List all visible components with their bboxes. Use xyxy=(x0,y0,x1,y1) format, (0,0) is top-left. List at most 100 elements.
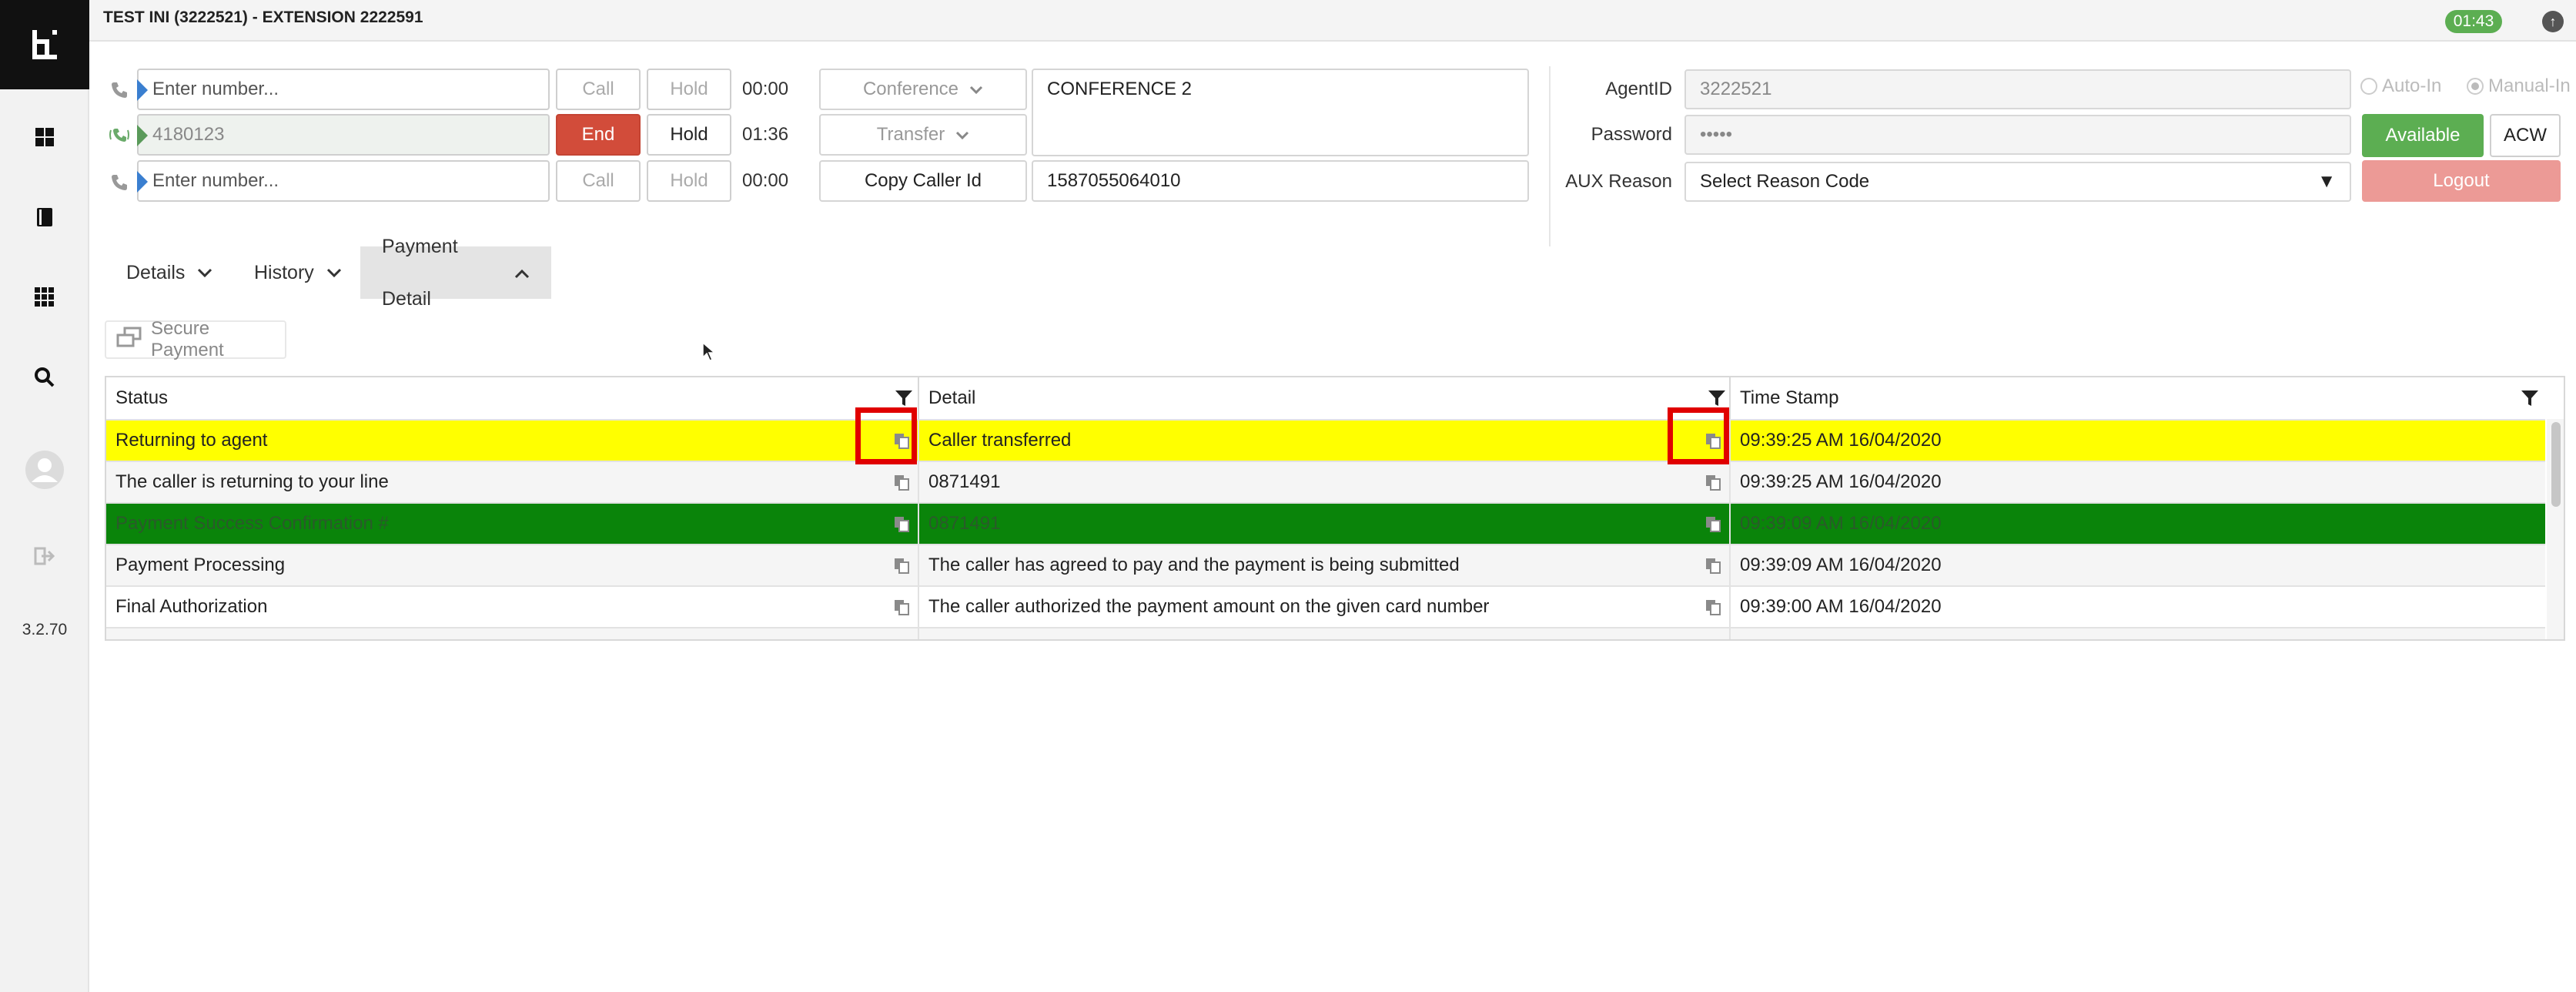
highlight-box-status-copy xyxy=(855,407,917,464)
chevron-down-icon xyxy=(197,246,212,299)
cell-detail: The caller has agreed to pay and the pay… xyxy=(919,545,1731,585)
version-label: 3.2.70 xyxy=(22,621,68,638)
copy-icon[interactable] xyxy=(1705,598,1721,615)
copy-icon[interactable] xyxy=(893,474,910,491)
copy-icon[interactable] xyxy=(1705,557,1721,574)
cell-status: Payment Success Confirmation # xyxy=(106,504,919,544)
payment-detail-table: Status Detail Time Stamp Returning to ag… xyxy=(105,376,2565,641)
logo-icon[interactable] xyxy=(0,0,89,89)
cell-detail: Caller is being asked to authorize the p… xyxy=(919,628,1731,639)
copy-icon[interactable] xyxy=(1705,640,1721,641)
cell-status: Returning to agent xyxy=(106,421,919,461)
aux-reason-select[interactable]: Select Reason Code ▼ xyxy=(1684,162,2351,202)
chevron-down-icon xyxy=(326,246,342,299)
table-row[interactable]: Final Authorization The caller authorized… xyxy=(106,585,2545,627)
password-field[interactable]: ••••• xyxy=(1684,115,2351,155)
aux-reason-label: AUX Reason xyxy=(1565,171,1672,192)
table-row[interactable]: Payment Success Confirmation #0871491 09:… xyxy=(106,502,2545,544)
phone-icon xyxy=(108,171,131,194)
column-header-timestamp[interactable]: Time Stamp xyxy=(1731,377,2564,419)
line1-hold-button[interactable]: Hold xyxy=(647,69,731,110)
panel-divider xyxy=(1549,66,1551,246)
scrollbar-track[interactable] xyxy=(2547,419,2564,639)
line1-call-button[interactable]: Call xyxy=(556,69,641,110)
copy-icon[interactable] xyxy=(1705,515,1721,532)
conference-textarea[interactable]: CONFERENCE 2 xyxy=(1032,69,1529,156)
password-label: Password xyxy=(1591,124,1672,145)
phone-ringing-icon xyxy=(108,123,131,146)
cell-status: The caller is returning to your line xyxy=(106,462,919,502)
auto-in-radio[interactable]: Auto-In xyxy=(2360,71,2441,102)
copy-icon[interactable] xyxy=(893,557,910,574)
manual-in-radio[interactable]: Manual-In xyxy=(2467,71,2571,102)
table-row[interactable]: Returning to agent Caller transferred 09:3… xyxy=(106,419,2545,461)
table-row[interactable]: Final AuthorizationCaller is being asked… xyxy=(106,627,2545,641)
conference-dropdown[interactable]: Conference xyxy=(819,69,1027,110)
copy-icon[interactable] xyxy=(893,640,910,641)
cell-detail: The caller authorized the payment amount… xyxy=(919,587,1731,627)
caller-id-field[interactable]: 1587055064010 xyxy=(1032,160,1529,202)
column-header-detail[interactable]: Detail xyxy=(919,377,1731,419)
line3-number-input[interactable]: Enter number... xyxy=(137,160,550,202)
title-bar: TEST INI (3222521) - EXTENSION 2222591 0… xyxy=(89,0,2576,42)
chevron-down-icon xyxy=(969,70,983,109)
copy-caller-id-button[interactable]: Copy Caller Id xyxy=(819,160,1027,202)
line1-number-input[interactable]: Enter number... xyxy=(137,69,550,110)
book-icon[interactable] xyxy=(0,179,89,256)
caret-down-icon: ▼ xyxy=(2317,171,2336,192)
tab-payment-detail[interactable]: Payment Detail xyxy=(360,236,551,310)
chevron-down-icon xyxy=(955,116,969,154)
line2-hold-button[interactable]: Hold xyxy=(647,114,731,156)
copy-icon[interactable] xyxy=(893,515,910,532)
dashboard-icon[interactable] xyxy=(0,99,89,176)
cell-status: Final Authorization xyxy=(106,587,919,627)
logout-button[interactable]: Logout xyxy=(2362,160,2561,202)
cell-time: 09:39:00 AM 16/04/2020 xyxy=(1740,596,1942,617)
tab-history[interactable]: History xyxy=(233,246,363,299)
secure-payment-button[interactable]: Secure Payment xyxy=(105,318,286,360)
line1-timer: 00:00 xyxy=(742,79,789,99)
available-button[interactable]: Available xyxy=(2362,114,2484,157)
apps-grid-icon[interactable] xyxy=(0,259,89,336)
windows-icon xyxy=(115,327,143,354)
cell-time: 09:39:09 AM 16/04/2020 xyxy=(1740,513,1942,534)
table-row[interactable]: The caller is returning to your line 0871… xyxy=(106,461,2545,502)
sidebar: 3.2.70 xyxy=(0,0,89,992)
logout-icon[interactable] xyxy=(0,518,89,595)
chevron-up-icon xyxy=(514,246,530,299)
search-icon[interactable] xyxy=(0,339,89,416)
arrow-up-icon[interactable]: ↑ xyxy=(2542,11,2564,32)
cell-time: 09:39:25 AM 16/04/2020 xyxy=(1740,430,1942,451)
cell-detail: 0871491 xyxy=(919,462,1731,502)
table-body: Returning to agent Caller transferred 09:3… xyxy=(106,419,2545,641)
phone-icon xyxy=(108,79,131,102)
line3-call-button[interactable]: Call xyxy=(556,160,641,202)
cell-time: 09:38:48 AM 16/04/2020 xyxy=(1731,628,2545,639)
user-icon[interactable] xyxy=(0,431,89,508)
mouse-cursor-icon xyxy=(702,341,717,366)
cell-status: Payment Processing xyxy=(106,545,919,585)
call-timer-badge: 01:43 xyxy=(2445,10,2502,33)
page-title: TEST INI (3222521) - EXTENSION 2222591 xyxy=(103,8,423,26)
cell-time: 09:39:25 AM 16/04/2020 xyxy=(1740,471,1942,492)
agentid-field[interactable]: 3222521 xyxy=(1684,69,2351,109)
line3-timer: 00:00 xyxy=(742,170,789,191)
copy-icon[interactable] xyxy=(893,598,910,615)
tab-details[interactable]: Details xyxy=(105,246,234,299)
transfer-dropdown[interactable]: Transfer xyxy=(819,114,1027,156)
scrollbar-thumb[interactable] xyxy=(2551,422,2561,507)
cell-time: 09:39:09 AM 16/04/2020 xyxy=(1740,555,1942,575)
filter-icon[interactable] xyxy=(2521,390,2539,411)
highlight-box-detail-copy xyxy=(1668,407,1729,464)
cell-detail: Caller transferred xyxy=(919,421,1731,461)
cell-detail: 0871491 xyxy=(919,504,1731,544)
line3-hold-button[interactable]: Hold xyxy=(647,160,731,202)
table-row[interactable]: Payment Processing The caller has agreed … xyxy=(106,544,2545,585)
line2-end-button[interactable]: End xyxy=(556,114,641,156)
line2-timer: 01:36 xyxy=(742,124,789,145)
copy-icon[interactable] xyxy=(1705,474,1721,491)
line2-number-input[interactable]: 4180123 xyxy=(137,114,550,156)
column-header-status[interactable]: Status xyxy=(106,377,919,419)
agentid-label: AgentID xyxy=(1605,79,1672,99)
acw-button[interactable]: ACW xyxy=(2490,114,2561,157)
